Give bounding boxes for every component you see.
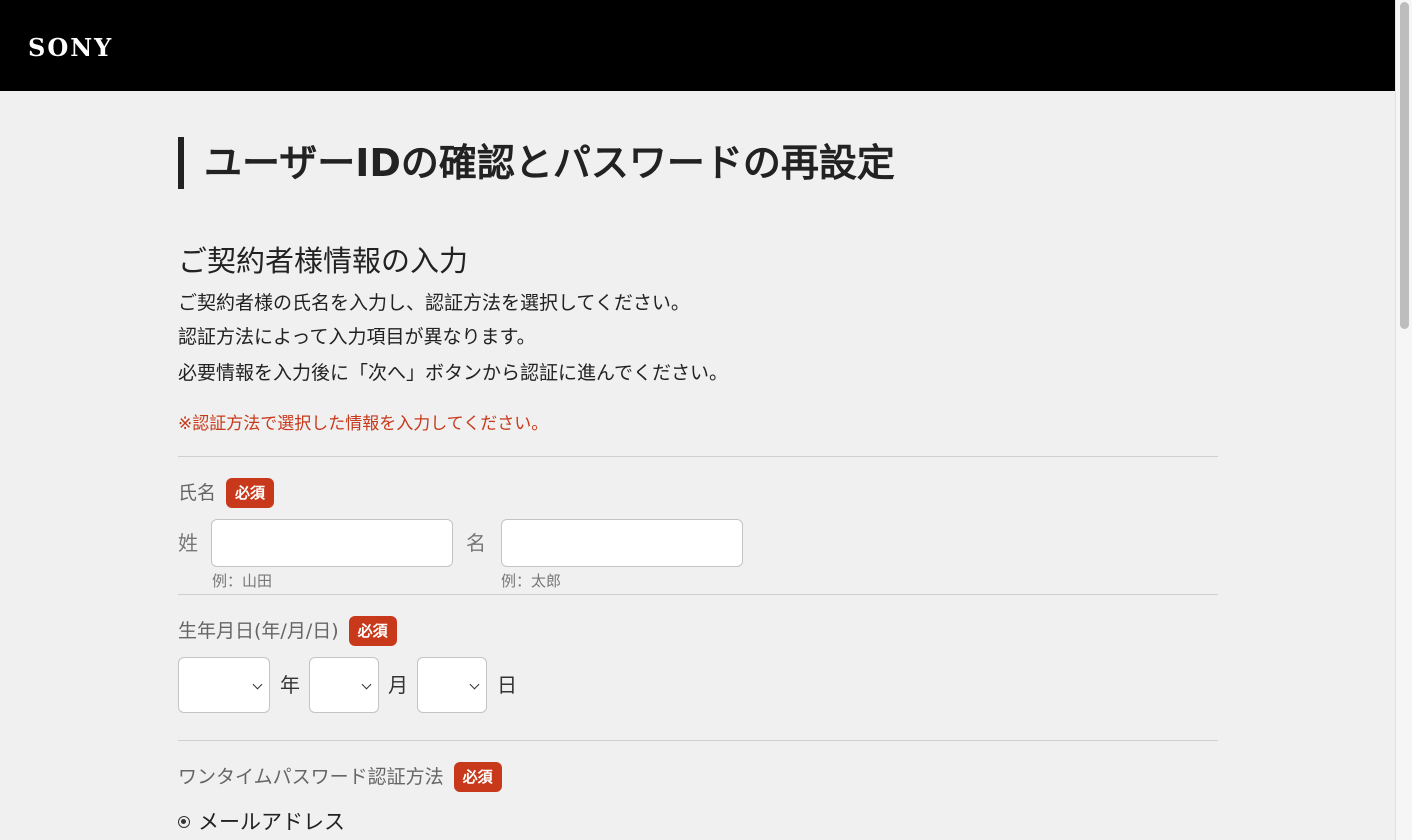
- first-name-input[interactable]: [501, 519, 743, 567]
- year-unit: 年: [280, 673, 300, 697]
- month-unit: 月: [388, 673, 408, 697]
- site-header: SONY: [0, 0, 1395, 91]
- scrollbar-thumb[interactable]: [1400, 2, 1409, 329]
- radio-selected-icon[interactable]: [178, 816, 190, 828]
- page-title: ユーザーIDの確認とパスワードの再設定: [178, 137, 895, 189]
- divider: [178, 456, 1218, 457]
- required-badge: 必須: [453, 762, 502, 792]
- last-name-example: 例：山田: [212, 572, 273, 590]
- required-badge: 必須: [348, 616, 397, 646]
- birth-month-select[interactable]: [309, 657, 379, 713]
- notice-text: ※認証方法で選択した情報を入力してください。: [178, 414, 549, 434]
- divider: [178, 594, 1218, 595]
- birth-year-select[interactable]: [178, 657, 270, 713]
- otp-option-email-label: メールアドレス: [198, 810, 345, 834]
- day-unit: 日: [497, 673, 517, 697]
- section-title: ご契約者様情報の入力: [178, 244, 469, 278]
- otp-method-label: ワンタイムパスワード認証方法 必須: [178, 762, 502, 792]
- birth-day-select[interactable]: [417, 657, 487, 713]
- last-name-input[interactable]: [211, 519, 453, 567]
- chevron-down-icon: [469, 679, 480, 690]
- otp-method-label-text: ワンタイムパスワード認証方法: [178, 766, 444, 788]
- last-name-label: 姓: [178, 531, 198, 555]
- birthdate-label: 生年月日(年/月/日) 必須: [178, 616, 397, 646]
- chevron-down-icon: [361, 679, 372, 690]
- first-name-example: 例：太郎: [501, 572, 562, 590]
- description-line-2: 認証方法によって入力項目が異なります。: [178, 326, 536, 348]
- name-label-text: 氏名: [178, 482, 217, 504]
- otp-option-email[interactable]: メールアドレス: [178, 808, 345, 836]
- chevron-down-icon: [252, 679, 263, 690]
- required-badge: 必須: [226, 478, 275, 508]
- divider: [178, 740, 1218, 741]
- scrollbar[interactable]: [1395, 0, 1412, 840]
- name-label: 氏名 必須: [178, 478, 275, 508]
- sony-logo[interactable]: SONY: [28, 34, 113, 62]
- description-line-1: ご契約者様の氏名を入力し、認証方法を選択してください。: [178, 292, 690, 314]
- description-line-3: 必要情報を入力後に「次へ」ボタンから認証に進んでください。: [178, 362, 729, 384]
- first-name-label: 名: [466, 531, 486, 555]
- birthdate-label-text: 生年月日(年/月/日): [178, 620, 339, 642]
